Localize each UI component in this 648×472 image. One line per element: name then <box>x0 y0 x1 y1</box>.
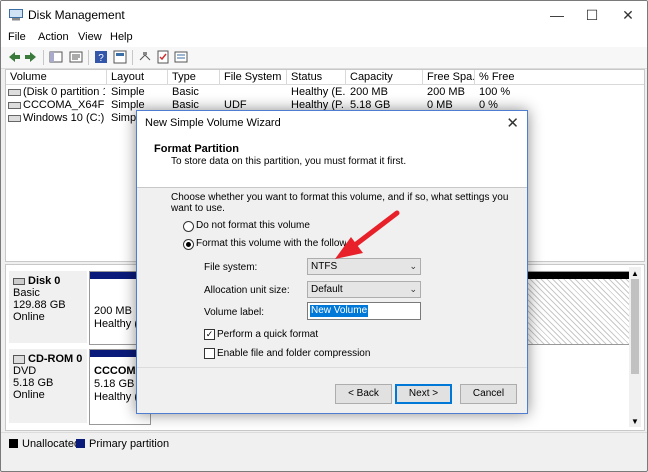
cell-capacity: 200 MB <box>350 86 388 98</box>
quick-format-label[interactable]: Perform a quick format <box>217 329 318 340</box>
disk-0-unallocated-partition[interactable] <box>521 271 633 345</box>
radio-format-volume[interactable] <box>183 239 194 250</box>
step-title: Format Partition <box>154 143 239 155</box>
title-bar: Disk Management — ☐ ✕ <box>1 1 647 29</box>
cell-free-space: 200 MB <box>427 86 465 98</box>
scroll-thumb[interactable] <box>631 279 639 374</box>
disk-management-icon <box>9 9 23 21</box>
dialog-close-icon[interactable]: ✕ <box>506 114 519 132</box>
legend-bar: Unallocated Primary partition <box>1 432 647 455</box>
radio-do-not-format-label[interactable]: Do not format this volume <box>196 220 310 231</box>
cell-status: Healthy (E... <box>291 86 345 98</box>
disk-type: DVD <box>13 365 37 377</box>
back-button[interactable]: < Back <box>335 384 392 404</box>
svg-text:?: ? <box>98 53 104 64</box>
red-arrow-annotation <box>335 210 400 259</box>
volume-icon <box>8 88 21 96</box>
window-title: Disk Management <box>28 8 125 22</box>
menu-bar: File Action View Help <box>1 29 647 47</box>
chevron-down-icon: ⌄ <box>409 284 417 294</box>
cancel-button[interactable]: Cancel <box>460 384 517 404</box>
cell-layout: Simple <box>111 86 145 98</box>
list-view-icon[interactable] <box>113 50 127 64</box>
column-header-capacity[interactable]: Capacity <box>346 70 423 85</box>
file-system-label: File system: <box>204 262 258 273</box>
cell-layout: Simple <box>111 112 139 124</box>
dialog-header: Format Partition To store data on this p… <box>137 135 527 188</box>
column-header-layout[interactable]: Layout <box>107 70 168 85</box>
cdrom-0-label[interactable]: CD-ROM 0 DVD 5.18 GB Online <box>9 349 87 423</box>
disk-size: 5.18 GB <box>13 377 54 389</box>
allocation-unit-size-label: Allocation unit size: <box>204 285 290 296</box>
radio-do-not-format[interactable] <box>183 221 194 232</box>
toolbar: ? <box>1 47 647 69</box>
menu-file[interactable]: File <box>8 31 26 43</box>
menu-help[interactable]: Help <box>110 31 133 43</box>
close-button[interactable]: ✕ <box>611 1 645 29</box>
cell-volume: Windows 10 (C:) <box>23 112 105 124</box>
unallocated-swatch <box>9 439 18 448</box>
column-header-volume[interactable]: Volume <box>6 70 107 85</box>
step-subtitle: To store data on this partition, you mus… <box>171 156 407 167</box>
volume-label-value: New Volume <box>310 305 369 317</box>
legend-primary-partition: Primary partition <box>89 438 170 450</box>
compression-checkbox[interactable] <box>204 348 215 359</box>
scroll-down-icon[interactable]: ▼ <box>631 417 639 426</box>
scroll-up-icon[interactable]: ▲ <box>631 269 639 278</box>
maximize-button[interactable]: ☐ <box>575 1 609 29</box>
minimize-button[interactable]: — <box>540 1 574 29</box>
column-header-file-system[interactable]: File System <box>220 70 287 85</box>
volume-label-label: Volume label: <box>204 307 265 318</box>
disk-name: Disk 0 <box>28 275 61 287</box>
cell-percent-free: 100 % <box>479 86 511 98</box>
allocation-unit-size-select[interactable]: Default ⌄ <box>307 281 421 298</box>
back-arrow-icon[interactable] <box>7 50 21 64</box>
disk-size: 129.88 GB <box>13 299 66 311</box>
settings-list-icon[interactable] <box>174 50 188 64</box>
allocation-unit-size-value: Default <box>311 284 343 295</box>
connect-icon[interactable] <box>138 50 152 64</box>
disk-icon <box>13 277 25 285</box>
legend-unallocated: Unallocated <box>22 438 81 450</box>
cell-type: Basic <box>172 86 199 98</box>
properties-icon[interactable] <box>69 50 83 64</box>
volume-label-input[interactable]: New Volume <box>307 302 421 320</box>
forward-arrow-icon[interactable] <box>24 50 38 64</box>
cell-volume: (Disk 0 partition 1) <box>23 86 105 98</box>
help-icon[interactable]: ? <box>94 50 108 64</box>
disk-state: Online <box>13 311 45 323</box>
column-header-status[interactable]: Status <box>287 70 346 85</box>
disk-name: CD-ROM 0 <box>28 353 83 365</box>
checklist-icon[interactable] <box>156 50 170 64</box>
column-header-free-space[interactable]: Free Spa... <box>423 70 475 85</box>
dialog-title: New Simple Volume Wizard <box>145 117 281 129</box>
disk-type: Basic <box>13 287 40 299</box>
console-tree-icon[interactable] <box>49 50 63 64</box>
next-button[interactable]: Next > <box>395 384 452 404</box>
volume-icon <box>8 101 21 109</box>
cell-volume: CCCOMA_X64FRE... <box>23 99 105 111</box>
disk-pane-scrollbar[interactable]: ▲ ▼ <box>629 267 641 427</box>
dialog-footer: < Back Next > Cancel <box>137 367 527 414</box>
cell-file-system <box>224 86 284 99</box>
disk-state: Online <box>13 389 45 401</box>
column-header-type[interactable]: Type <box>168 70 220 85</box>
menu-action[interactable]: Action <box>38 31 69 43</box>
disk-0-label[interactable]: Disk 0 Basic 129.88 GB Online <box>9 271 87 343</box>
menu-view[interactable]: View <box>78 31 102 43</box>
cdrom-icon <box>13 354 25 364</box>
column-header-percent-free[interactable]: % Free <box>475 70 644 85</box>
disk-management-window: Disk Management — ☐ ✕ File Action View H… <box>0 0 648 472</box>
primary-partition-swatch <box>76 439 85 448</box>
compression-label[interactable]: Enable file and folder compression <box>217 348 370 359</box>
quick-format-checkbox[interactable]: ✓ <box>204 329 215 340</box>
dialog-title-bar: New Simple Volume Wizard ✕ <box>137 111 527 135</box>
volume-icon <box>8 114 21 122</box>
partition-size: 200 MB <box>94 305 132 317</box>
